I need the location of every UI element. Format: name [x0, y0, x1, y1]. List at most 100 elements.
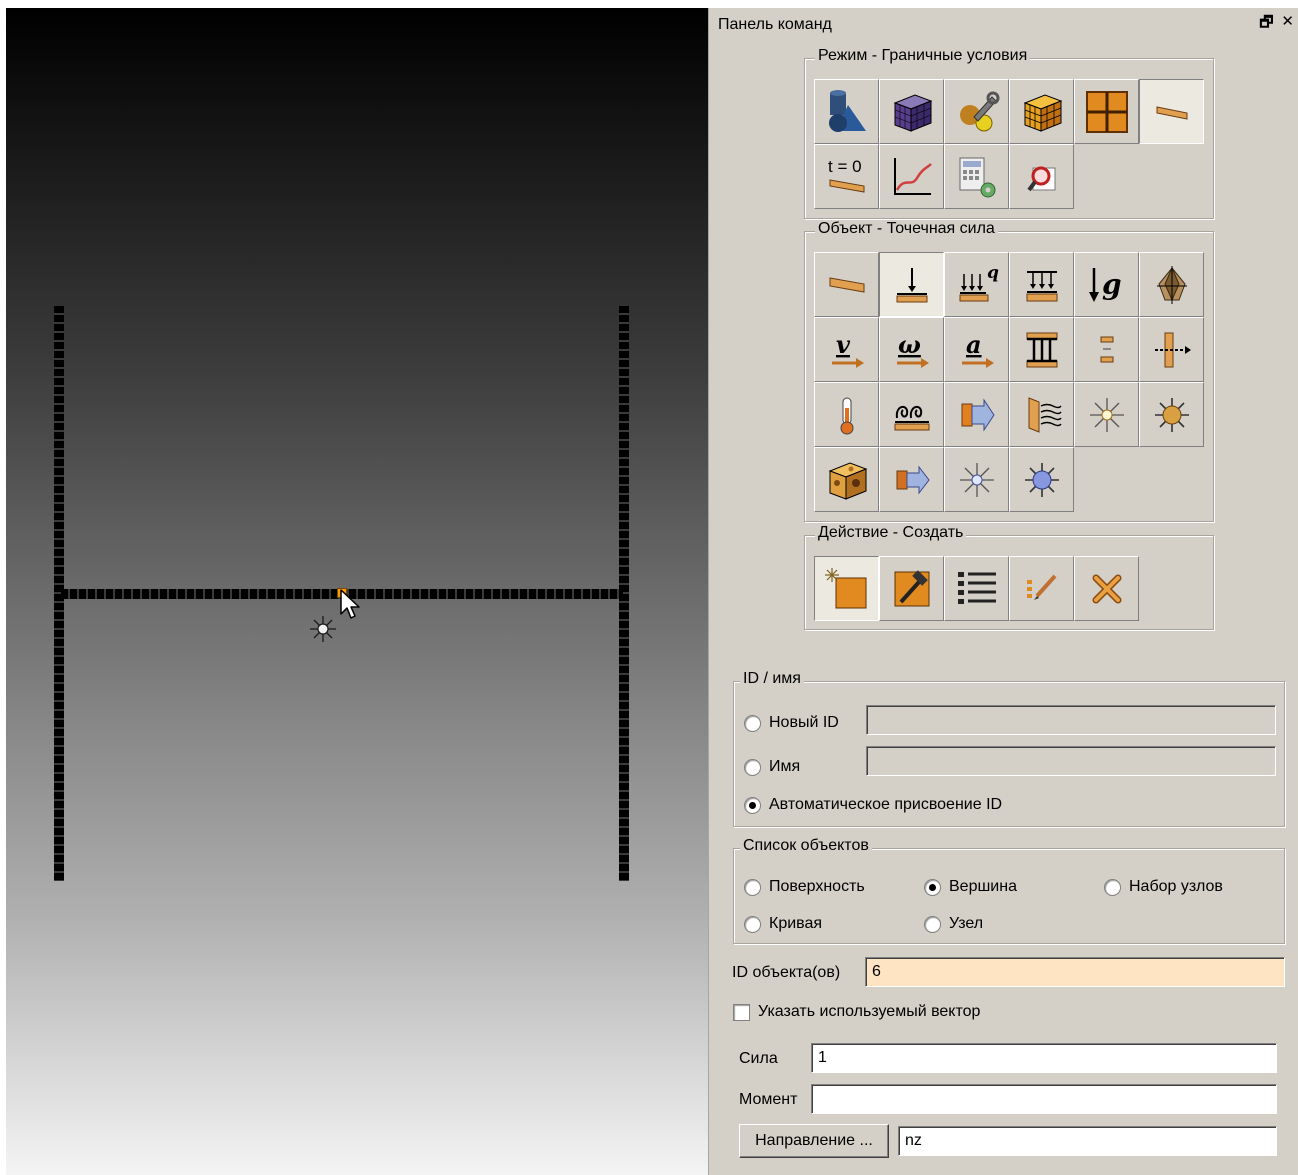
- distributed-load-q-icon: q: [959, 263, 999, 301]
- heat-flux-button[interactable]: [944, 382, 1009, 447]
- radiation-button[interactable]: [1009, 382, 1074, 447]
- nodeset-option[interactable]: Набор узлов: [1104, 878, 1223, 896]
- temperature-button[interactable]: [814, 382, 879, 447]
- constraint-button[interactable]: [1009, 317, 1074, 382]
- force-field[interactable]: [811, 1043, 1277, 1073]
- create-button[interactable]: [814, 556, 879, 621]
- vector-option[interactable]: Указать используемый вектор: [733, 1003, 980, 1021]
- panel-title: Панель команд: [718, 16, 832, 33]
- direction-button[interactable]: Направление ...: [739, 1124, 889, 1158]
- angular-velocity-button[interactable]: ω: [879, 317, 944, 382]
- object-buttons: q g v ω a: [814, 252, 1204, 512]
- boundary-conditions-mode-button[interactable]: [1139, 79, 1204, 144]
- coupling-arrow-icon: [1154, 332, 1191, 367]
- blocks-mode-button[interactable]: [1009, 79, 1074, 144]
- a-letter: a: [966, 330, 982, 359]
- sun-blue-outline-icon: [959, 462, 994, 497]
- angular-velocity-omega-icon: ω: [896, 330, 929, 368]
- object-group-label: Объект - Точечная сила: [815, 220, 998, 238]
- g-letter: g: [1102, 268, 1122, 301]
- list-button[interactable]: [944, 556, 1009, 621]
- direction-field[interactable]: [898, 1126, 1277, 1156]
- node-radio[interactable]: [924, 915, 941, 933]
- initial-conditions-mode-button[interactable]: t = 0: [814, 144, 879, 209]
- geometry-icon: [828, 89, 866, 132]
- node-option[interactable]: Узел: [924, 915, 983, 933]
- nodeset-radio[interactable]: [1104, 878, 1121, 896]
- t-zero-text: t = 0: [828, 157, 862, 176]
- point-heat-button[interactable]: [1009, 447, 1074, 512]
- orange-grid-icon: [1085, 90, 1128, 133]
- mode-group: Режим - Граничные условия t = 0: [804, 47, 1214, 219]
- point-force-icon: [896, 267, 927, 302]
- float-window-icon[interactable]: 🗗: [1259, 12, 1273, 37]
- t-zero-icon: t = 0: [828, 157, 864, 193]
- convection-button[interactable]: [879, 382, 944, 447]
- object-ids-field[interactable]: [865, 957, 1285, 987]
- moment-label: Момент: [739, 1091, 798, 1108]
- groups-mode-button[interactable]: [1074, 79, 1139, 144]
- acceleration-button[interactable]: a: [944, 317, 1009, 382]
- action-group: Действие - Создать: [804, 524, 1214, 630]
- heat-flux-icon: [961, 397, 995, 432]
- point-force-button[interactable]: [879, 252, 944, 317]
- hammer-icon: [894, 569, 929, 606]
- acceleration-body-button[interactable]: [1139, 252, 1204, 317]
- calculator-mode-button[interactable]: [944, 144, 1009, 209]
- auto-id-option[interactable]: Автоматическое присвоение ID: [744, 796, 1002, 814]
- name-radio[interactable]: [744, 758, 761, 776]
- vertex-radio[interactable]: [924, 878, 941, 896]
- gravity-button[interactable]: g: [1074, 252, 1139, 317]
- contact-gap-button[interactable]: [1074, 317, 1139, 382]
- panel-window-buttons: 🗗 ✕: [1259, 12, 1294, 37]
- modify-button[interactable]: [879, 556, 944, 621]
- radiation-wall-icon: [1028, 396, 1062, 433]
- body-acceleration-icon: [1156, 265, 1187, 304]
- curve-option[interactable]: Кривая: [744, 915, 822, 933]
- create-star-icon: [824, 567, 866, 608]
- sun-filled-icon: [1154, 397, 1189, 432]
- pressure-button[interactable]: [1009, 252, 1074, 317]
- heat-transfer-button[interactable]: [879, 447, 944, 512]
- new-id-option[interactable]: Новый ID: [744, 714, 839, 732]
- vertex-option[interactable]: Вершина: [924, 878, 1017, 896]
- close-icon[interactable]: ✕: [1281, 12, 1294, 37]
- geometry-mode-button[interactable]: [814, 79, 879, 144]
- light-source-button[interactable]: [1074, 382, 1139, 447]
- velocity-button[interactable]: v: [814, 317, 879, 382]
- new-id-radio[interactable]: [744, 714, 761, 732]
- delete-button[interactable]: [1074, 556, 1139, 621]
- graphs-mode-button[interactable]: [879, 144, 944, 209]
- name-option[interactable]: Имя: [744, 758, 800, 776]
- curve-label: Кривая: [769, 915, 823, 932]
- vector-checkbox[interactable]: [733, 1003, 750, 1021]
- inspect-mode-button[interactable]: [1009, 144, 1074, 209]
- wrench-materials-icon: [959, 91, 999, 131]
- pressure-icon: [1026, 270, 1057, 301]
- edit-button[interactable]: [1009, 556, 1074, 621]
- graphics-viewport[interactable]: [6, 8, 708, 1175]
- magnifier-icon: [1026, 166, 1055, 191]
- new-id-field[interactable]: [866, 705, 1276, 735]
- distributed-load-button[interactable]: q: [944, 252, 1009, 317]
- acceleration-a-icon: a: [961, 330, 994, 368]
- displacement-button[interactable]: [814, 252, 879, 317]
- point-light-button[interactable]: [944, 447, 1009, 512]
- id-name-group: ID / имя Новый ID Имя Автоматическое при…: [733, 670, 1285, 827]
- name-field[interactable]: [866, 746, 1276, 776]
- volume-heat-button[interactable]: [814, 447, 879, 512]
- coupling-button[interactable]: [1139, 317, 1204, 382]
- auto-id-radio[interactable]: [744, 796, 761, 814]
- thermometer-icon: [840, 397, 853, 434]
- moment-field[interactable]: [811, 1084, 1277, 1114]
- materials-tools-mode-button[interactable]: [944, 79, 1009, 144]
- heat-source-button[interactable]: [1139, 382, 1204, 447]
- objects-list-group: Список объектов Поверхность Вершина Набо…: [733, 837, 1285, 944]
- surface-option[interactable]: Поверхность: [744, 878, 865, 896]
- calculator-gear-icon: [959, 157, 995, 197]
- surface-radio[interactable]: [744, 878, 761, 896]
- action-buttons: [814, 556, 1204, 621]
- curve-radio[interactable]: [744, 915, 761, 933]
- column-constraint-icon: [1026, 332, 1057, 367]
- mesh-mode-button[interactable]: [879, 79, 944, 144]
